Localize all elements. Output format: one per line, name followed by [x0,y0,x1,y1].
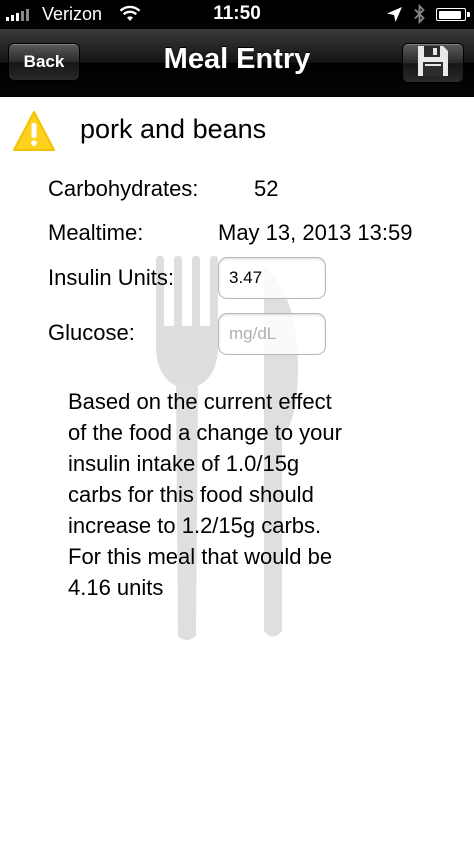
mealtime-value[interactable]: May 13, 2013 13:59 [218,220,412,246]
insulin-units-label: Insulin Units: [48,265,174,290]
meal-name: pork and beans [80,114,267,144]
battery-icon [436,8,470,21]
save-button[interactable] [402,43,464,83]
status-bar: Verizon 11:50 [0,0,474,29]
location-arrow-icon [386,6,403,28]
glucose-input[interactable] [218,313,326,355]
meal-entry-screen: Verizon 11:50 Back Meal Entry pork and b… [0,0,474,841]
insulin-units-input[interactable] [218,257,326,299]
navigation-bar: Back Meal Entry [0,29,474,97]
floppy-disk-icon [416,44,450,83]
carbohydrates-value: 52 [254,176,279,201]
carbohydrates-label: Carbohydrates: [48,176,199,201]
bluetooth-icon [413,3,426,29]
battery-fill [438,10,461,19]
warning-triangle-icon [12,110,56,157]
insulin-advice-text: Based on the current effect of the food … [68,389,342,600]
glucose-label: Glucose: [48,320,135,345]
mealtime-label: Mealtime: [48,220,144,245]
